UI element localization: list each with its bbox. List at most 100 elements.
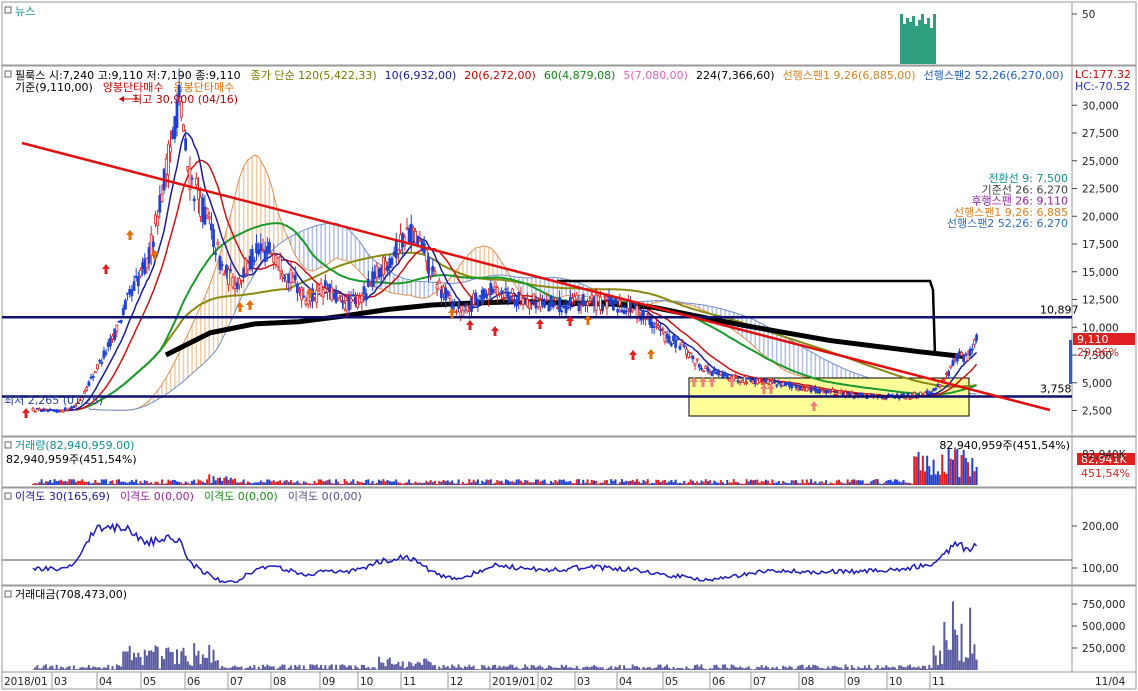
volume-bar <box>360 482 363 485</box>
amount-bar <box>908 664 911 670</box>
volume-bar <box>889 479 892 485</box>
amount-bar <box>560 664 563 670</box>
candle-body <box>326 289 329 293</box>
candle-body <box>70 406 74 410</box>
amount-bar <box>704 668 707 670</box>
amount-bar <box>253 664 256 670</box>
amount-bar <box>240 666 243 670</box>
volume-bar <box>270 481 273 485</box>
candle-body <box>583 302 587 305</box>
volume-bar <box>575 479 578 485</box>
candle-body <box>829 391 832 393</box>
amount-bar <box>698 666 701 670</box>
volume-bar <box>859 480 862 485</box>
candle-body <box>710 371 714 377</box>
volume-bar <box>201 481 204 485</box>
candle-body <box>837 390 841 394</box>
news-axis-tick: 50 <box>1082 9 1095 21</box>
amount-bar <box>758 667 761 670</box>
amount-bar <box>857 666 860 670</box>
candle-body <box>586 301 589 306</box>
volume-bar <box>358 482 361 485</box>
volume-bar <box>655 479 658 485</box>
candle-body <box>171 130 175 140</box>
amount-bar <box>558 668 561 670</box>
amount-bar <box>431 665 434 670</box>
volume-bar <box>197 479 200 485</box>
volume-bar <box>932 459 935 485</box>
volume-bar <box>573 483 576 485</box>
candle-body <box>534 301 538 309</box>
volume-bar <box>911 483 914 485</box>
candle-body <box>390 257 394 265</box>
volume-bar <box>945 473 948 485</box>
volume-bar <box>861 480 864 485</box>
amount-bar <box>152 651 155 670</box>
candle-body <box>525 298 529 307</box>
panel-menu-icon[interactable] <box>4 6 12 14</box>
candle-body <box>622 310 626 315</box>
volume-bar <box>459 483 462 485</box>
candle-body <box>186 166 190 171</box>
candle-body <box>151 241 155 248</box>
panel-menu-icon[interactable] <box>4 590 12 598</box>
volume-bar <box>304 482 307 485</box>
amount-bar <box>958 660 961 670</box>
news-bar <box>927 18 930 64</box>
amount-bar <box>640 669 643 670</box>
volume-bar <box>704 479 707 485</box>
amount-bar <box>612 668 615 670</box>
volume-bar <box>188 483 191 485</box>
volume-bar <box>281 483 284 485</box>
volume-bar <box>266 479 269 485</box>
candle-body <box>760 381 764 383</box>
volume-bar <box>169 480 172 485</box>
volume-bar <box>83 481 86 485</box>
candle-body <box>796 387 800 390</box>
amount-bar <box>440 668 443 670</box>
amount-bar <box>833 665 836 670</box>
amount-bar <box>34 667 37 670</box>
candle-body <box>321 289 325 298</box>
panel-menu-icon[interactable] <box>4 441 12 449</box>
volume-bar <box>930 474 933 485</box>
volume-bar <box>223 477 226 485</box>
candle-body <box>906 393 910 396</box>
volume-subtitle: 82,940,959주(451,54%) <box>6 453 137 466</box>
volume-bar <box>272 480 275 485</box>
amount-bar <box>197 650 200 670</box>
volume-bar <box>803 483 806 485</box>
volume-bar <box>70 479 73 485</box>
candle-body <box>517 291 521 302</box>
volume-bar <box>251 483 254 485</box>
candle-body <box>723 373 727 376</box>
volume-bar <box>154 481 157 485</box>
disparity-legend-item: 이격도 0(0,00) <box>288 490 362 503</box>
volume-bar <box>378 479 381 485</box>
amount-bar <box>429 662 432 670</box>
candle-body <box>108 337 112 347</box>
amount-bar <box>788 665 791 670</box>
volume-bar <box>332 483 335 485</box>
volume-bar <box>558 479 561 485</box>
amount-bar <box>208 644 211 670</box>
volume-bar <box>771 479 774 485</box>
candle-body <box>212 229 215 248</box>
candle-body <box>435 284 439 290</box>
amount-bar <box>360 664 363 670</box>
volume-bar <box>313 480 316 485</box>
current-bar <box>1069 340 1072 384</box>
candle-body <box>384 260 387 269</box>
candle-body <box>596 295 600 302</box>
volume-bar <box>788 483 791 485</box>
volume-bar <box>956 449 959 485</box>
amount-bar <box>287 667 290 670</box>
candle-body <box>904 397 908 400</box>
volume-bar <box>171 479 174 485</box>
candle-body <box>970 348 974 351</box>
amount-bar <box>760 665 763 670</box>
panel-menu-icon[interactable] <box>4 492 12 500</box>
stock-chart[interactable]: 뉴스 50 30,000 27,500 25,000 22,500 20,000 17,500… <box>0 0 1138 691</box>
candle-body <box>128 288 132 294</box>
amount-bar <box>565 665 568 670</box>
